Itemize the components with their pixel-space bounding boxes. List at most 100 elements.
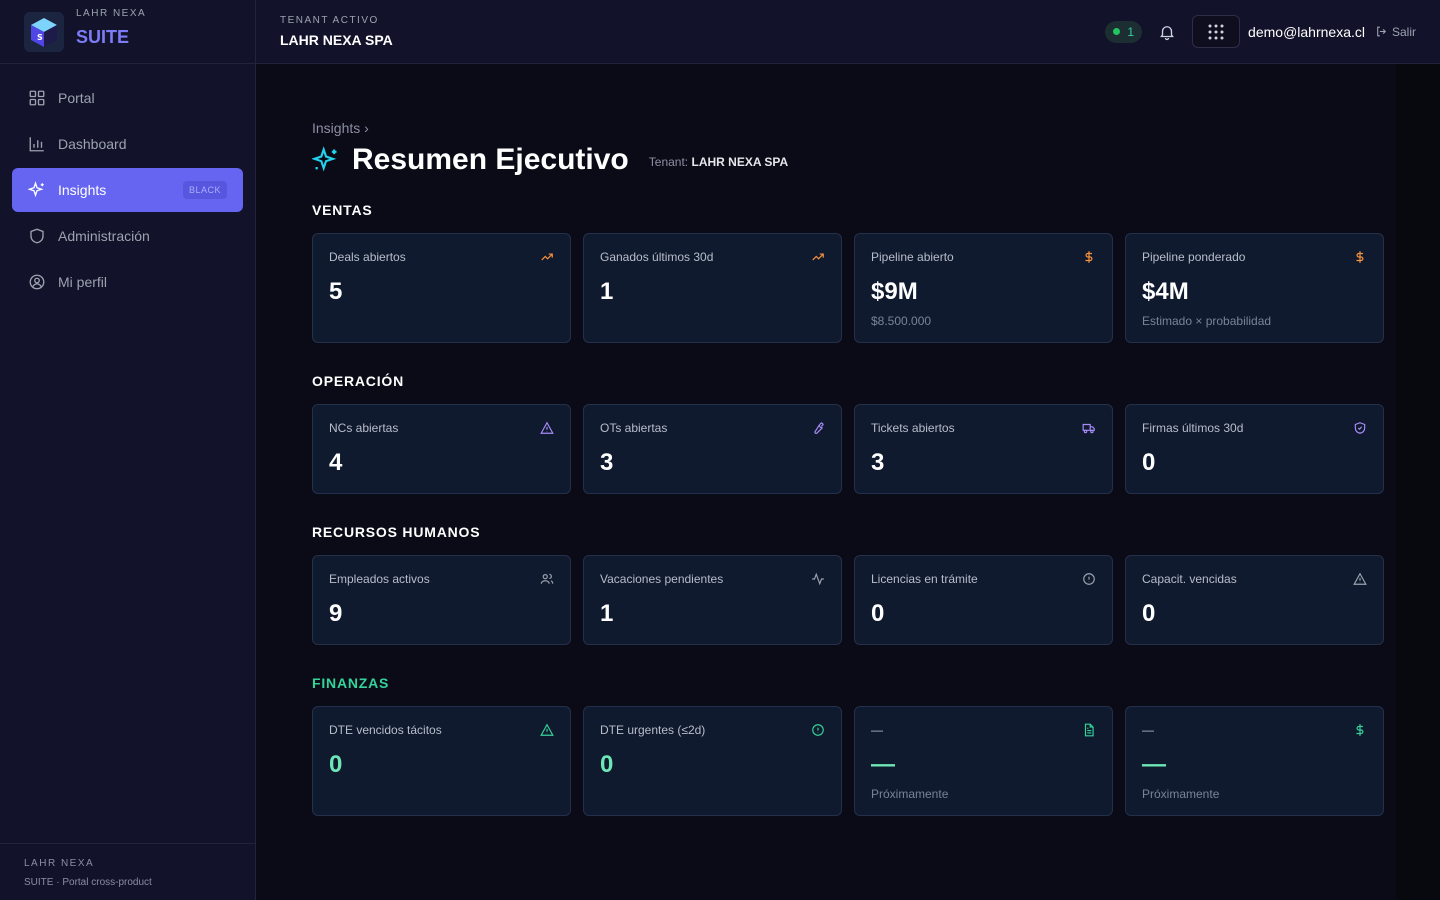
- main-content: Insights › Resumen Ejecutivo Tenant: LAH…: [256, 64, 1440, 900]
- card-subtitle: $8.500.000: [871, 314, 932, 328]
- brand[interactable]: S LAHR NEXA SUITE: [0, 0, 255, 64]
- tenant-tag-prefix: Tenant:: [648, 155, 689, 169]
- card-label: Ganados últimos 30d: [600, 250, 714, 264]
- sidebar-item-label: Administración: [58, 228, 150, 244]
- operacion-grid: NCs abiertas 4 OTs abiertas 3 Tickets ab…: [312, 404, 1384, 494]
- section-title-rrhh: RECURSOS HUMANOS: [312, 524, 481, 540]
- sparkles-icon: [312, 146, 337, 172]
- trending-up-icon: [541, 253, 553, 261]
- kpi-card[interactable]: DTE urgentes (≤2d) 0: [583, 706, 842, 816]
- tenant-tag: Tenant: LAHR NEXA SPA: [649, 155, 788, 169]
- sidebar-nav: Portal Dashboard Insights BLACK Administ…: [0, 64, 255, 318]
- kpi-card[interactable]: Licencias en trámite 0: [854, 555, 1113, 645]
- plan-badge: BLACK: [182, 181, 227, 199]
- sidebar-item-label: Insights: [58, 182, 107, 198]
- breadcrumb[interactable]: Insights ›: [312, 120, 1384, 136]
- alert-circle-icon: [1083, 573, 1095, 585]
- file-text-icon: [1084, 723, 1094, 737]
- kpi-card[interactable]: Tickets abiertos 3: [854, 404, 1113, 494]
- bell-icon[interactable]: [1158, 23, 1176, 41]
- kpi-card[interactable]: NCs abiertas 4: [312, 404, 571, 494]
- card-value: $4M: [1142, 278, 1189, 305]
- svg-text:S: S: [37, 33, 43, 42]
- dollar-icon: [1356, 724, 1364, 736]
- kpi-card[interactable]: Deals abiertos 5: [312, 233, 571, 343]
- card-label: NCs abiertas: [329, 421, 399, 435]
- logo-cube-icon: S: [24, 11, 64, 52]
- finanzas-grid: DTE vencidos tácitos 0 DTE urgentes (≤2d…: [312, 706, 1384, 816]
- card-label: OTs abiertas: [600, 421, 668, 435]
- status-dot: [1113, 28, 1121, 35]
- user-circle-icon: [29, 274, 45, 290]
- card-value: 3: [871, 449, 885, 476]
- card-value: 4: [329, 449, 343, 476]
- dollar-icon: [1356, 251, 1364, 263]
- card-value: —: [1142, 751, 1166, 778]
- card-label: —: [871, 723, 883, 737]
- user-email[interactable]: demo@lahrnexa.cl: [1248, 24, 1365, 40]
- section-title-ventas: VENTAS: [312, 202, 373, 218]
- trending-up-icon: [812, 253, 824, 261]
- kpi-card[interactable]: — — Próximamente: [854, 706, 1113, 816]
- shield-check-icon: [1354, 422, 1366, 434]
- sidebar-item-administracion[interactable]: Administración: [12, 214, 243, 258]
- tenant-tag-value: LAHR NEXA SPA: [691, 155, 789, 169]
- card-value: 9: [329, 600, 343, 627]
- dollar-icon: [1085, 251, 1093, 263]
- card-label: Pipeline ponderado: [1142, 250, 1246, 264]
- kpi-card[interactable]: — — Próximamente: [1125, 706, 1384, 816]
- tenant-name: LAHR NEXA SPA: [280, 32, 393, 48]
- status-indicator[interactable]: 1: [1105, 20, 1143, 43]
- card-label: DTE urgentes (≤2d): [600, 723, 706, 737]
- kpi-card[interactable]: Firmas últimos 30d 0: [1125, 404, 1384, 494]
- top-header: TENANT ACTIVO LAHR NEXA SPA 1 demo@lahrn…: [256, 0, 1440, 64]
- users-icon: [540, 573, 554, 584]
- logout-icon: [1377, 26, 1387, 37]
- truck-icon: [1082, 423, 1095, 434]
- brand-top: LAHR NEXA: [76, 7, 147, 19]
- kpi-card[interactable]: OTs abiertas 3: [583, 404, 842, 494]
- kpi-card[interactable]: Pipeline abierto $9M $8.500.000: [854, 233, 1113, 343]
- scroll-gutter: [1396, 64, 1440, 900]
- kpi-card[interactable]: Vacaciones pendientes 1: [583, 555, 842, 645]
- card-value: 0: [1142, 600, 1156, 627]
- alert-triangle-icon: [540, 723, 554, 736]
- sidebar-item-portal[interactable]: Portal: [12, 76, 243, 120]
- sidebar-item-mi-perfil[interactable]: Mi perfil: [12, 260, 243, 304]
- kpi-card[interactable]: Pipeline ponderado $4M Estimado × probab…: [1125, 233, 1384, 343]
- shield-icon: [30, 228, 44, 244]
- sidebar-footer: LAHR NEXA SUITE · Portal cross-product: [0, 843, 255, 900]
- card-value: $9M: [871, 278, 918, 305]
- logout-label: Salir: [1391, 24, 1416, 39]
- logout-button[interactable]: Salir: [1375, 25, 1416, 39]
- card-label: Licencias en trámite: [871, 572, 978, 586]
- bar-chart-icon: [29, 137, 44, 152]
- card-label: Tickets abiertos: [871, 421, 955, 435]
- sidebar-item-insights[interactable]: Insights BLACK: [12, 168, 243, 212]
- kpi-card[interactable]: Empleados activos 9: [312, 555, 571, 645]
- section-title-operacion: OPERACIÓN: [312, 373, 404, 389]
- tenant-info: TENANT ACTIVO LAHR NEXA SPA: [280, 15, 393, 48]
- sidebar-item-dashboard[interactable]: Dashboard: [12, 122, 243, 166]
- card-label: Deals abiertos: [329, 250, 406, 264]
- card-label: —: [1142, 723, 1154, 737]
- section-title-finanzas: FINANZAS: [312, 675, 390, 691]
- kpi-card[interactable]: DTE vencidos tácitos 0: [312, 706, 571, 816]
- header-actions: 1 demo@lahrnexa.cl Salir: [1105, 15, 1416, 48]
- wrench-icon: [814, 422, 824, 434]
- sidebar: S LAHR NEXA SUITE Portal Dashboard Insig…: [0, 0, 256, 900]
- tenant-label: TENANT ACTIVO: [280, 15, 379, 26]
- card-subtitle: Próximamente: [871, 787, 949, 801]
- alert-circle-icon: [812, 724, 824, 736]
- page-title: Resumen Ejecutivo: [352, 143, 629, 176]
- card-subtitle: Próximamente: [1142, 787, 1220, 801]
- sidebar-item-label: Mi perfil: [58, 274, 108, 290]
- kpi-card[interactable]: Capacit. vencidas 0: [1125, 555, 1384, 645]
- card-value: 3: [600, 449, 614, 476]
- apps-launcher-button[interactable]: [1192, 15, 1241, 48]
- rrhh-grid: Empleados activos 9 Vacaciones pendiente…: [312, 555, 1384, 645]
- footer-tagline: SUITE · Portal cross-product: [24, 877, 152, 888]
- card-label: Pipeline abierto: [871, 250, 954, 264]
- card-value: 0: [871, 600, 885, 627]
- kpi-card[interactable]: Ganados últimos 30d 1: [583, 233, 842, 343]
